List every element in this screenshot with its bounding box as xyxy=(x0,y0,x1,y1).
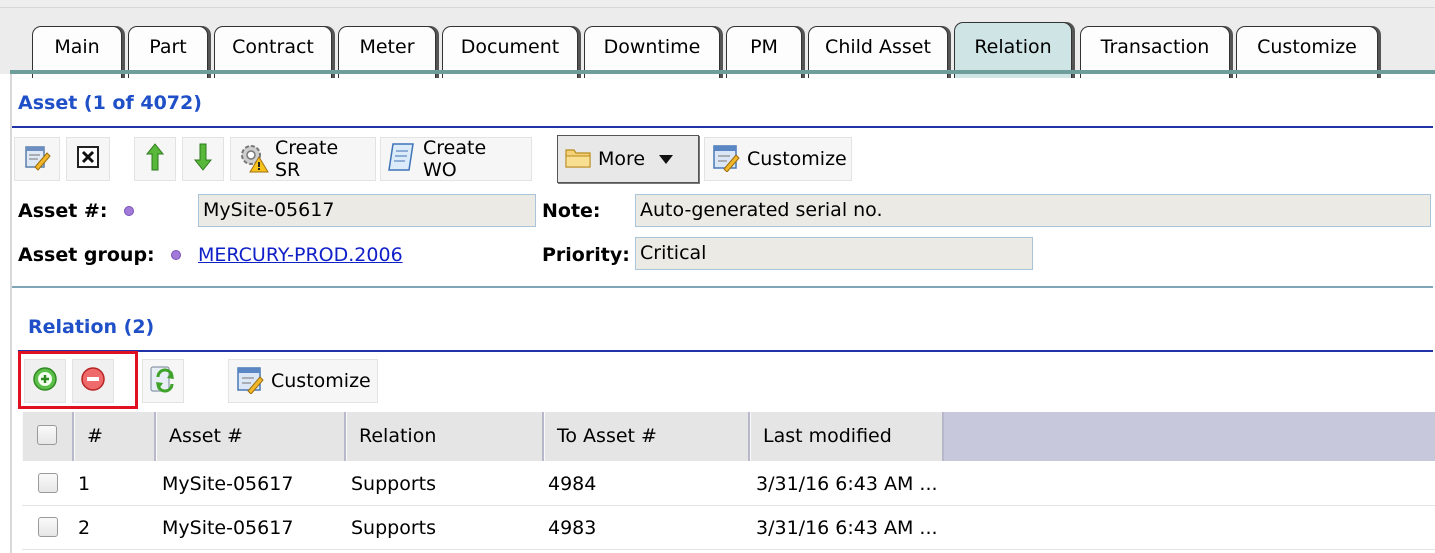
relation-grid-header: # Asset # Relation To Asset # Last modif… xyxy=(22,412,1435,461)
create-sr-button[interactable]: Create SR xyxy=(230,137,376,181)
row-number: 1 xyxy=(78,473,91,495)
move-down-button[interactable] xyxy=(182,137,224,181)
asset-number-label: Asset #: xyxy=(18,200,108,222)
row-relation: Supports xyxy=(351,473,437,495)
column-header-asset[interactable]: Asset # xyxy=(156,412,346,461)
section-divider xyxy=(12,286,1433,288)
relation-customize-label: Customize xyxy=(271,370,371,392)
row-relation: Supports xyxy=(351,517,437,539)
priority-label: Priority: xyxy=(542,244,630,266)
asset-number-field[interactable]: MySite-05617 xyxy=(198,194,536,227)
relation-customize-button[interactable]: Customize xyxy=(228,359,378,403)
delete-icon xyxy=(76,145,100,174)
asset-customize-button[interactable]: Customize xyxy=(704,137,852,181)
asset-group-label: Asset group: xyxy=(18,244,155,266)
dropdown-arrow-icon xyxy=(659,148,674,170)
more-dropdown-button[interactable]: More xyxy=(557,135,699,183)
refresh-icon xyxy=(148,364,178,399)
table-row[interactable]: 2 MySite-05617 Supports 4983 3/31/16 6:4… xyxy=(22,506,1435,550)
row-checkbox[interactable] xyxy=(38,473,58,493)
note-label: Note: xyxy=(542,200,601,222)
edit-icon xyxy=(23,143,51,176)
gear-warning-icon xyxy=(237,141,269,178)
remove-relation-button[interactable] xyxy=(72,359,114,403)
priority-field[interactable]: Critical xyxy=(635,237,1033,270)
select-all-checkbox[interactable] xyxy=(37,425,57,445)
required-dot xyxy=(124,206,134,216)
required-dot xyxy=(171,250,181,260)
row-last-modified: 3/31/16 6:43 AM ... xyxy=(756,473,938,495)
arrow-up-icon xyxy=(145,142,165,177)
row-asset: MySite-05617 xyxy=(162,517,294,539)
refresh-button[interactable] xyxy=(142,359,184,403)
customize-icon xyxy=(711,142,741,177)
relation-section-rule xyxy=(18,350,1433,352)
column-header-last-modified[interactable]: Last modified xyxy=(750,412,944,461)
scroll-icon xyxy=(387,141,417,178)
table-row[interactable]: 1 MySite-05617 Supports 4984 3/31/16 6:4… xyxy=(22,462,1435,506)
row-number: 2 xyxy=(78,517,91,539)
row-to-asset: 4983 xyxy=(548,517,597,539)
row-checkbox[interactable] xyxy=(38,517,58,537)
column-header-number[interactable]: # xyxy=(74,412,156,461)
arrow-down-icon xyxy=(193,142,213,177)
asset-section-title: Asset (1 of 4072) xyxy=(18,92,202,114)
create-wo-label: Create WO xyxy=(423,137,487,181)
tab-underline xyxy=(10,70,1435,74)
add-relation-button[interactable] xyxy=(24,359,66,403)
delete-button[interactable] xyxy=(66,137,110,181)
left-border xyxy=(10,74,12,553)
row-last-modified: 3/31/16 6:43 AM ... xyxy=(756,517,938,539)
remove-icon xyxy=(80,366,106,397)
folder-icon xyxy=(564,145,592,174)
column-header-to-asset[interactable]: To Asset # xyxy=(544,412,750,461)
asset-section-rule xyxy=(12,126,1433,128)
top-strip xyxy=(0,0,1435,8)
column-header-relation[interactable]: Relation xyxy=(346,412,544,461)
tab-bar: Main Part Contract Meter Document Downti… xyxy=(0,8,1435,78)
select-all-cell xyxy=(22,412,74,461)
add-icon xyxy=(32,366,58,397)
row-to-asset: 4984 xyxy=(548,473,597,495)
row-asset: MySite-05617 xyxy=(162,473,294,495)
more-label: More xyxy=(598,148,646,170)
move-up-button[interactable] xyxy=(134,137,176,181)
create-sr-label: Create SR xyxy=(275,137,339,181)
customize-icon xyxy=(235,364,265,399)
note-field[interactable]: Auto-generated serial no. xyxy=(635,194,1431,227)
relation-section-title: Relation (2) xyxy=(28,316,155,338)
asset-group-link[interactable]: MERCURY-PROD.2006 xyxy=(198,244,403,266)
asset-customize-label: Customize xyxy=(747,148,847,170)
create-wo-button[interactable]: Create WO xyxy=(380,137,532,181)
edit-button[interactable] xyxy=(14,137,60,181)
